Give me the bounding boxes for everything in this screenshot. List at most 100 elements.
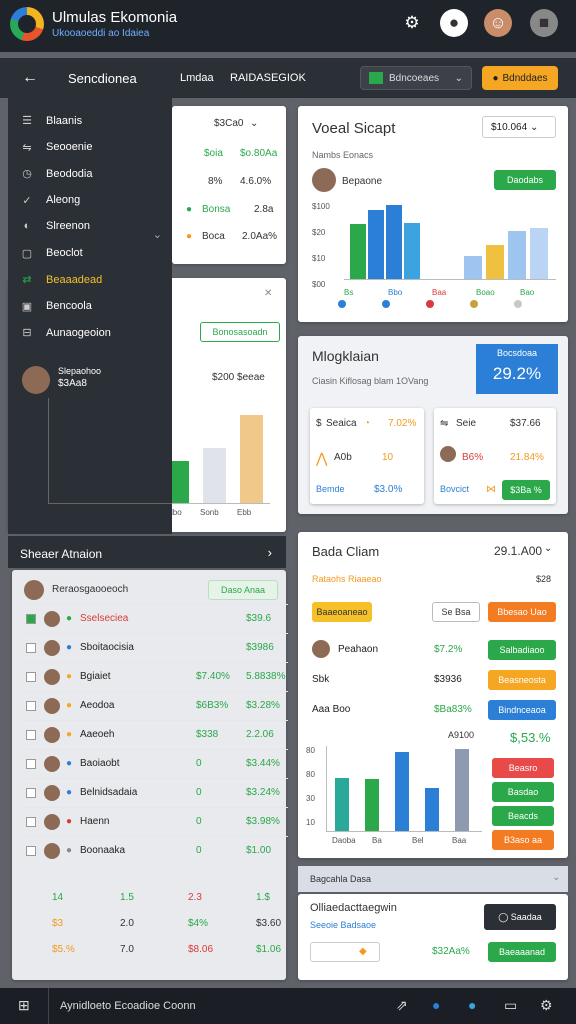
bar-chart — [326, 746, 482, 832]
table-row[interactable]: ● Baoiaobt 0 $3.44% — [26, 749, 288, 778]
row-value-b: $3986 — [246, 642, 274, 653]
pill-button[interactable]: Baaeoaneao — [312, 602, 372, 622]
mini-input[interactable]: ◆ — [310, 942, 380, 962]
vocal-select-value: $10.064 — [491, 122, 528, 133]
row-checkbox[interactable] — [26, 846, 36, 856]
sidebar-item-6[interactable]: ⇄ Beaaadead — [20, 273, 103, 287]
pill-button[interactable]: Bbesao Uao — [488, 602, 556, 622]
mini-button[interactable]: $3Ba % — [502, 480, 550, 500]
grid-icon[interactable]: ⊞ — [18, 997, 30, 1014]
avatar — [44, 756, 60, 772]
summary-select[interactable]: $3Ca0 — [214, 118, 243, 129]
chevron-down-icon[interactable]: ⌄ — [153, 228, 162, 241]
row-checkbox[interactable] — [26, 701, 36, 711]
mini-value: 10 — [382, 452, 394, 463]
data-select[interactable]: 29.1.A00 — [494, 544, 542, 558]
side-button[interactable]: Basdao — [492, 782, 554, 802]
side-button[interactable]: Beasro — [492, 758, 554, 778]
footer-cell: 14 — [52, 892, 64, 903]
mini-value: 7.02% — [388, 418, 417, 429]
row-checkbox[interactable] — [26, 672, 36, 682]
tab-lmdaa[interactable]: Lmdaa — [180, 72, 214, 84]
table-row[interactable]: ● Haenn 0 $3.98% — [26, 807, 288, 836]
sidebar-item-label: Blaanis — [46, 114, 83, 127]
save-button[interactable]: ◯ Saadaa — [484, 904, 556, 930]
row-checkbox[interactable] — [26, 788, 36, 798]
sheet-footer: 14 1.5 2.3 1.$ $3 2.0 $4% $3.60 $5.% 7.0 $8.06 $1.0… — [12, 886, 286, 970]
chevron-down-icon[interactable]: ⌄ — [552, 872, 560, 883]
table-row[interactable]: ● Aeodoa $6B3% $3.28% — [26, 691, 288, 720]
share-icon[interactable]: ⇗ — [396, 997, 408, 1014]
sidebar-item-4[interactable]: ◐ Slreenon — [20, 220, 90, 232]
info-icon[interactable]: ● — [432, 997, 440, 1013]
chevron-right-icon[interactable]: › — [268, 545, 272, 560]
sidebar-item-8[interactable]: ⊟ Aunaogeoion — [20, 326, 110, 340]
taskbar-search[interactable]: Aynidloeto Ecoadioe Coonn — [60, 1000, 196, 1012]
gear-icon[interactable]: ⚙ — [398, 9, 426, 37]
table-row[interactable]: ● Sselseciea $39.6 — [26, 604, 288, 633]
globe-icon[interactable]: ● — [468, 997, 476, 1013]
sidebar-item-0[interactable]: ☰ Blaanis — [20, 114, 83, 128]
data-row-button[interactable]: Beasneosta — [488, 670, 556, 690]
data-row-button[interactable]: Bindnceaoa — [488, 700, 556, 720]
table-row[interactable]: ● Aaeoeh $338 2.2.06 — [26, 720, 288, 749]
table-row[interactable]: ● Sboitaocisia $3986 — [26, 633, 288, 662]
row-value-b: $3.98% — [246, 816, 280, 827]
avatar[interactable]: ☺ — [484, 9, 512, 37]
avatar — [440, 446, 456, 462]
chart-bar — [350, 224, 366, 279]
chart-tick: $00 — [312, 280, 326, 289]
sidebar-item-7[interactable]: ▣ Bencoola — [20, 300, 92, 313]
table-row[interactable]: ● Belnidsadaia 0 $3.24% — [26, 778, 288, 807]
mini-value: 21.84% — [510, 452, 544, 463]
file-icon: ▢ — [21, 247, 33, 260]
row-icon: ● — [66, 642, 73, 653]
sheet-header-button[interactable]: Daso Anaa — [208, 580, 278, 600]
chart-tick: 30 — [306, 794, 315, 803]
tab-raidasegiok[interactable]: RAIDASEGIOK — [230, 72, 306, 84]
legend-item: Bbo — [388, 288, 403, 297]
side-button[interactable]: B3aso aa — [492, 830, 554, 850]
avatar — [24, 580, 44, 600]
vocal-select[interactable]: $10.064 ⌄ — [482, 116, 556, 138]
primary-action-button[interactable]: ● Bdnddaes — [482, 66, 558, 90]
row-checkbox[interactable] — [26, 614, 36, 624]
table-row[interactable]: ● Bgiaiet $7.40% 5.8838% — [26, 662, 288, 691]
row-name: Bgiaiet — [80, 671, 111, 682]
back-arrow-icon[interactable]: ← — [22, 69, 38, 87]
data-row-name: Sbk — [312, 674, 330, 685]
sidebar-item-label: Beaaadead — [46, 273, 103, 286]
chart-bar — [530, 227, 548, 279]
bottom-button[interactable]: Baeaaanad — [488, 942, 556, 962]
chevron-down-icon[interactable]: ⌄ — [544, 543, 552, 554]
close-icon[interactable]: ✕ — [264, 288, 272, 299]
sidebar-item-1[interactable]: ⇋ Seooenie — [20, 141, 92, 154]
monitor-icon[interactable]: ▭ — [504, 997, 517, 1014]
row-checkbox[interactable] — [26, 643, 36, 653]
table-row[interactable]: ● Boonaaka 0 $1.00 — [26, 836, 288, 865]
stat-badge-value: 29.2% — [492, 364, 542, 383]
filter-select[interactable]: Bdncoeaes ⌄ — [360, 66, 472, 90]
folder-icon: ▣ — [21, 300, 33, 313]
notification-icon[interactable]: ● — [440, 9, 468, 37]
close-icon[interactable]: ■ — [530, 9, 558, 37]
sidebar-item-5[interactable]: ▢ Beoclot — [20, 247, 83, 260]
row-value-a: 0 — [196, 787, 202, 798]
chevron-down-icon[interactable]: ⌄ — [250, 118, 258, 129]
status-button[interactable]: Daodabs — [494, 170, 556, 190]
sheet-header[interactable]: Sheaer Atnaion › — [8, 536, 286, 568]
chart-card-button[interactable]: Bonosasoadn — [200, 322, 280, 342]
sidebar-item-2[interactable]: ◷ Beododia — [20, 167, 92, 181]
row-checkbox[interactable] — [26, 817, 36, 827]
data-row-button[interactable]: Salbadiaoo — [488, 640, 556, 660]
coin-icon: ● — [492, 72, 499, 84]
pill-button[interactable]: Se Bsa — [432, 602, 480, 622]
side-button[interactable]: Beacds — [492, 806, 554, 826]
chart-x-axis: Daoba Ba Bel Baa — [326, 836, 482, 850]
row-checkbox[interactable] — [26, 730, 36, 740]
row-icon: ● — [66, 729, 73, 740]
side-menu: ☰ Blaanis ⇋ Seooenie ◷ Beododia ✓ Aleong ◐ Slreen… — [8, 98, 172, 534]
row-checkbox[interactable] — [26, 759, 36, 769]
sidebar-item-3[interactable]: ✓ Aleong — [20, 194, 80, 207]
settings-icon[interactable]: ⚙ — [540, 997, 553, 1014]
